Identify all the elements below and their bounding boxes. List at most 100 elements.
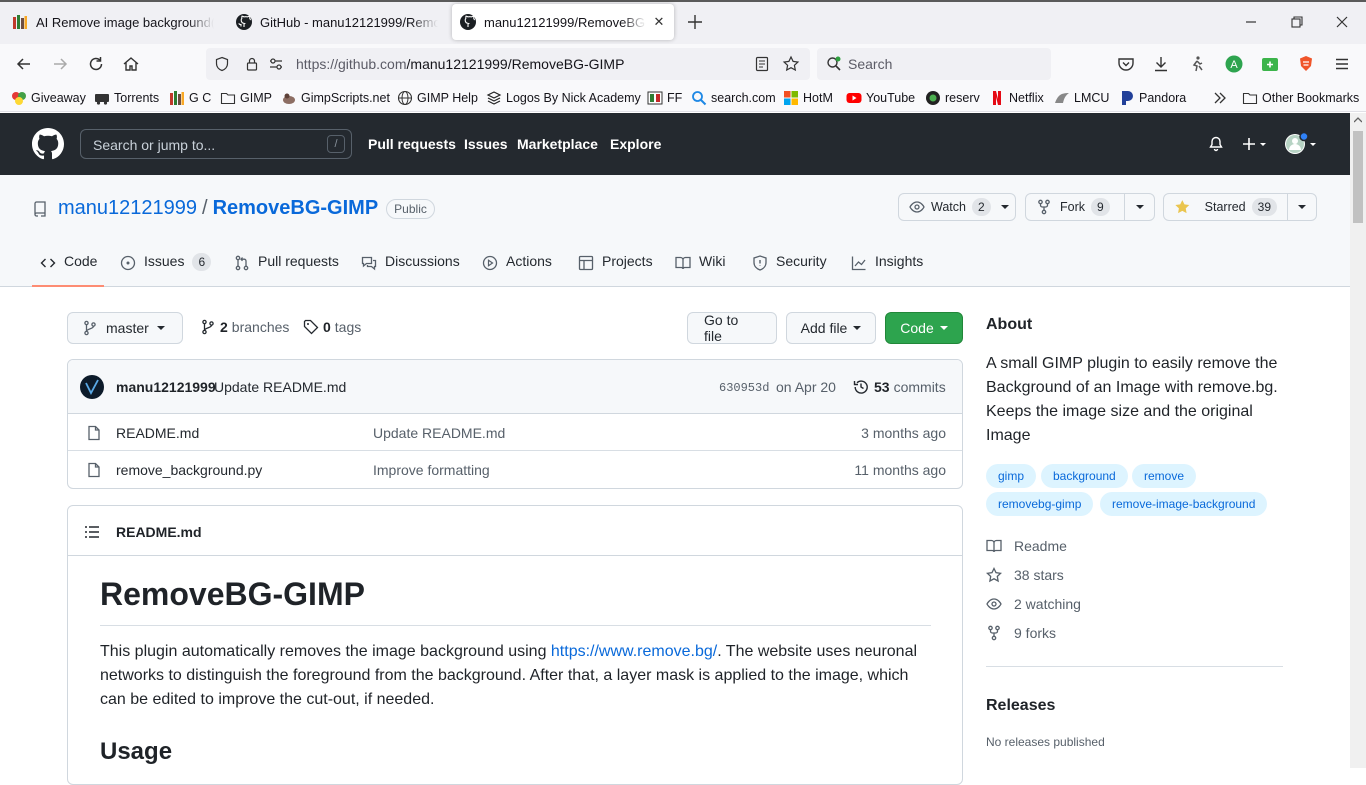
menu-icon[interactable] bbox=[1332, 54, 1352, 74]
tab-remove-bg[interactable]: AI Remove image background(s bbox=[4, 4, 222, 40]
watch-dropdown-caret-icon[interactable] bbox=[1000, 205, 1009, 209]
bookmark-ff[interactable]: FF bbox=[647, 89, 682, 107]
tab-discussions[interactable]: Discussions bbox=[361, 253, 460, 287]
bookmark-logos-academy[interactable]: Logos By Nick Academy bbox=[486, 89, 641, 107]
tab-actions[interactable]: Actions bbox=[482, 253, 552, 287]
browser-search-bar[interactable]: Search bbox=[817, 48, 1051, 80]
repo-owner-link[interactable]: manu12121999 bbox=[58, 197, 197, 220]
bookmarks-overflow-icon[interactable] bbox=[1212, 89, 1228, 107]
fork-button[interactable]: Fork 9 bbox=[1026, 194, 1124, 220]
repo-name-link[interactable]: RemoveBG-GIMP bbox=[213, 197, 379, 220]
readme-link[interactable]: Readme bbox=[986, 538, 1067, 554]
bookmark-giveaway[interactable]: Giveaway bbox=[11, 89, 86, 107]
profile-avatar-icon[interactable]: A bbox=[1224, 54, 1244, 74]
nav-pull-requests[interactable]: Pull requests bbox=[368, 136, 456, 152]
forks-link[interactable]: 9 forks bbox=[986, 625, 1056, 641]
file-commit-message[interactable]: Improve formatting bbox=[373, 462, 490, 478]
tab-wiki[interactable]: Wiki bbox=[675, 253, 725, 287]
bookmark-youtube[interactable]: YouTube bbox=[846, 89, 915, 107]
file-name-link[interactable]: remove_background.py bbox=[116, 462, 262, 478]
releases-heading[interactable]: Releases bbox=[986, 697, 1055, 715]
bookmark-lmcu[interactable]: LMCU bbox=[1054, 89, 1109, 107]
stars-link[interactable]: 38 stars bbox=[986, 567, 1064, 583]
file-commit-message[interactable]: Update README.md bbox=[373, 425, 505, 441]
topic-tag[interactable]: remove-image-background bbox=[1100, 492, 1268, 516]
topic-tag[interactable]: gimp bbox=[986, 464, 1037, 488]
watch-button[interactable]: Watch 2 bbox=[898, 193, 1016, 221]
commit-sha[interactable]: 630953d bbox=[719, 381, 769, 395]
extension-brave-icon[interactable] bbox=[1296, 54, 1316, 74]
bookmark-hotm[interactable]: HotM bbox=[783, 89, 833, 107]
user-avatar-menu-icon[interactable] bbox=[1284, 132, 1318, 156]
notifications-bell-icon[interactable] bbox=[1208, 136, 1224, 152]
github-logo-icon[interactable] bbox=[32, 128, 64, 160]
code-download-button[interactable]: Code bbox=[885, 312, 963, 344]
scrollbar-thumb[interactable] bbox=[1353, 131, 1363, 223]
bookmark-netflix[interactable]: Netflix bbox=[989, 89, 1044, 107]
bookmark-gc[interactable]: G C bbox=[169, 89, 211, 107]
branches-link[interactable]: 2 branches bbox=[200, 319, 289, 335]
topic-tag[interactable]: background bbox=[1041, 464, 1128, 488]
branch-select-button[interactable]: master bbox=[67, 312, 183, 344]
remove-bg-link[interactable]: https://www.remove.bg/ bbox=[551, 643, 717, 660]
tab-github-repo[interactable]: GitHub - manu12121999/Remov bbox=[228, 4, 446, 40]
nav-issues[interactable]: Issues bbox=[464, 136, 508, 152]
bookmark-folder-gimp[interactable]: GIMP bbox=[220, 89, 272, 107]
readme-filename[interactable]: README.md bbox=[116, 524, 202, 540]
bookmark-search-com[interactable]: search.com bbox=[691, 89, 776, 107]
page-scrollbar[interactable] bbox=[1350, 113, 1366, 768]
avatar[interactable] bbox=[80, 375, 104, 399]
close-tab-icon[interactable]: ✕ bbox=[652, 15, 666, 29]
nav-explore[interactable]: Explore bbox=[610, 136, 661, 152]
go-to-file-button[interactable]: Go to file bbox=[687, 312, 777, 344]
bookmark-torrents[interactable]: Torrents bbox=[94, 89, 159, 107]
add-file-button[interactable]: Add file bbox=[786, 312, 876, 344]
bookmark-star-icon[interactable] bbox=[782, 55, 800, 73]
nav-marketplace[interactable]: Marketplace bbox=[517, 136, 598, 152]
restore-window-icon[interactable] bbox=[1286, 11, 1308, 33]
forward-icon[interactable] bbox=[50, 54, 70, 74]
github-search-input[interactable]: Search or jump to... / bbox=[80, 129, 352, 159]
permissions-icon[interactable] bbox=[268, 56, 284, 72]
lock-icon[interactable] bbox=[244, 56, 260, 72]
reader-view-icon[interactable] bbox=[754, 56, 770, 72]
commits-history-link[interactable]: 53 commits bbox=[853, 379, 946, 395]
tab-projects[interactable]: Projects bbox=[578, 253, 653, 287]
topic-tag[interactable]: removebg-gimp bbox=[986, 492, 1094, 516]
file-name-link[interactable]: README.md bbox=[116, 425, 199, 441]
tags-link[interactable]: 0 tags bbox=[303, 319, 361, 335]
minimize-window-icon[interactable] bbox=[1240, 11, 1262, 33]
url-bar[interactable]: https://github.com/manu12121999/RemoveBG… bbox=[206, 48, 810, 80]
topic-tag[interactable]: remove bbox=[1132, 464, 1197, 488]
tab-security[interactable]: Security bbox=[752, 253, 827, 287]
extension-green-icon[interactable] bbox=[1260, 54, 1280, 74]
other-bookmarks[interactable]: Other Bookmarks bbox=[1242, 89, 1359, 107]
create-new-plus-icon[interactable] bbox=[1241, 136, 1269, 152]
star-dropdown-button[interactable] bbox=[1287, 194, 1316, 220]
extension-figure-icon[interactable] bbox=[1187, 54, 1207, 74]
pocket-icon[interactable] bbox=[1116, 54, 1136, 74]
scroll-up-arrow-icon[interactable] bbox=[1354, 117, 1362, 123]
back-icon[interactable] bbox=[14, 54, 34, 74]
reload-icon[interactable] bbox=[86, 54, 106, 74]
tab-issues[interactable]: Issues 6 bbox=[120, 253, 212, 287]
tab-code[interactable]: Code bbox=[32, 253, 104, 287]
commit-message[interactable]: Update README.md bbox=[214, 379, 346, 395]
home-icon[interactable] bbox=[121, 54, 141, 74]
bookmark-gimp-help[interactable]: GIMP Help bbox=[397, 89, 478, 107]
bookmark-gimpscripts[interactable]: GimpScripts.net bbox=[281, 89, 390, 107]
watching-link[interactable]: 2 watching bbox=[986, 596, 1081, 612]
downloads-icon[interactable] bbox=[1151, 54, 1171, 74]
starred-button[interactable]: Starred 39 bbox=[1164, 194, 1287, 220]
tab-pull-requests[interactable]: Pull requests bbox=[234, 253, 339, 287]
fork-dropdown-button[interactable] bbox=[1124, 194, 1154, 220]
tracking-shield-icon[interactable] bbox=[214, 56, 230, 72]
tab-insights[interactable]: Insights bbox=[851, 253, 923, 287]
commit-author[interactable]: manu12121999 bbox=[116, 379, 216, 395]
url-text[interactable]: https://github.com/manu12121999/RemoveBG… bbox=[296, 56, 624, 72]
close-window-icon[interactable] bbox=[1331, 11, 1353, 33]
bookmark-pandora[interactable]: Pandora bbox=[1119, 89, 1186, 107]
tab-active-repo[interactable]: manu12121999/RemoveBG-GIMP ✕ bbox=[452, 4, 674, 40]
list-unordered-icon[interactable] bbox=[84, 524, 100, 540]
bookmark-reserv[interactable]: reserv bbox=[925, 89, 980, 107]
